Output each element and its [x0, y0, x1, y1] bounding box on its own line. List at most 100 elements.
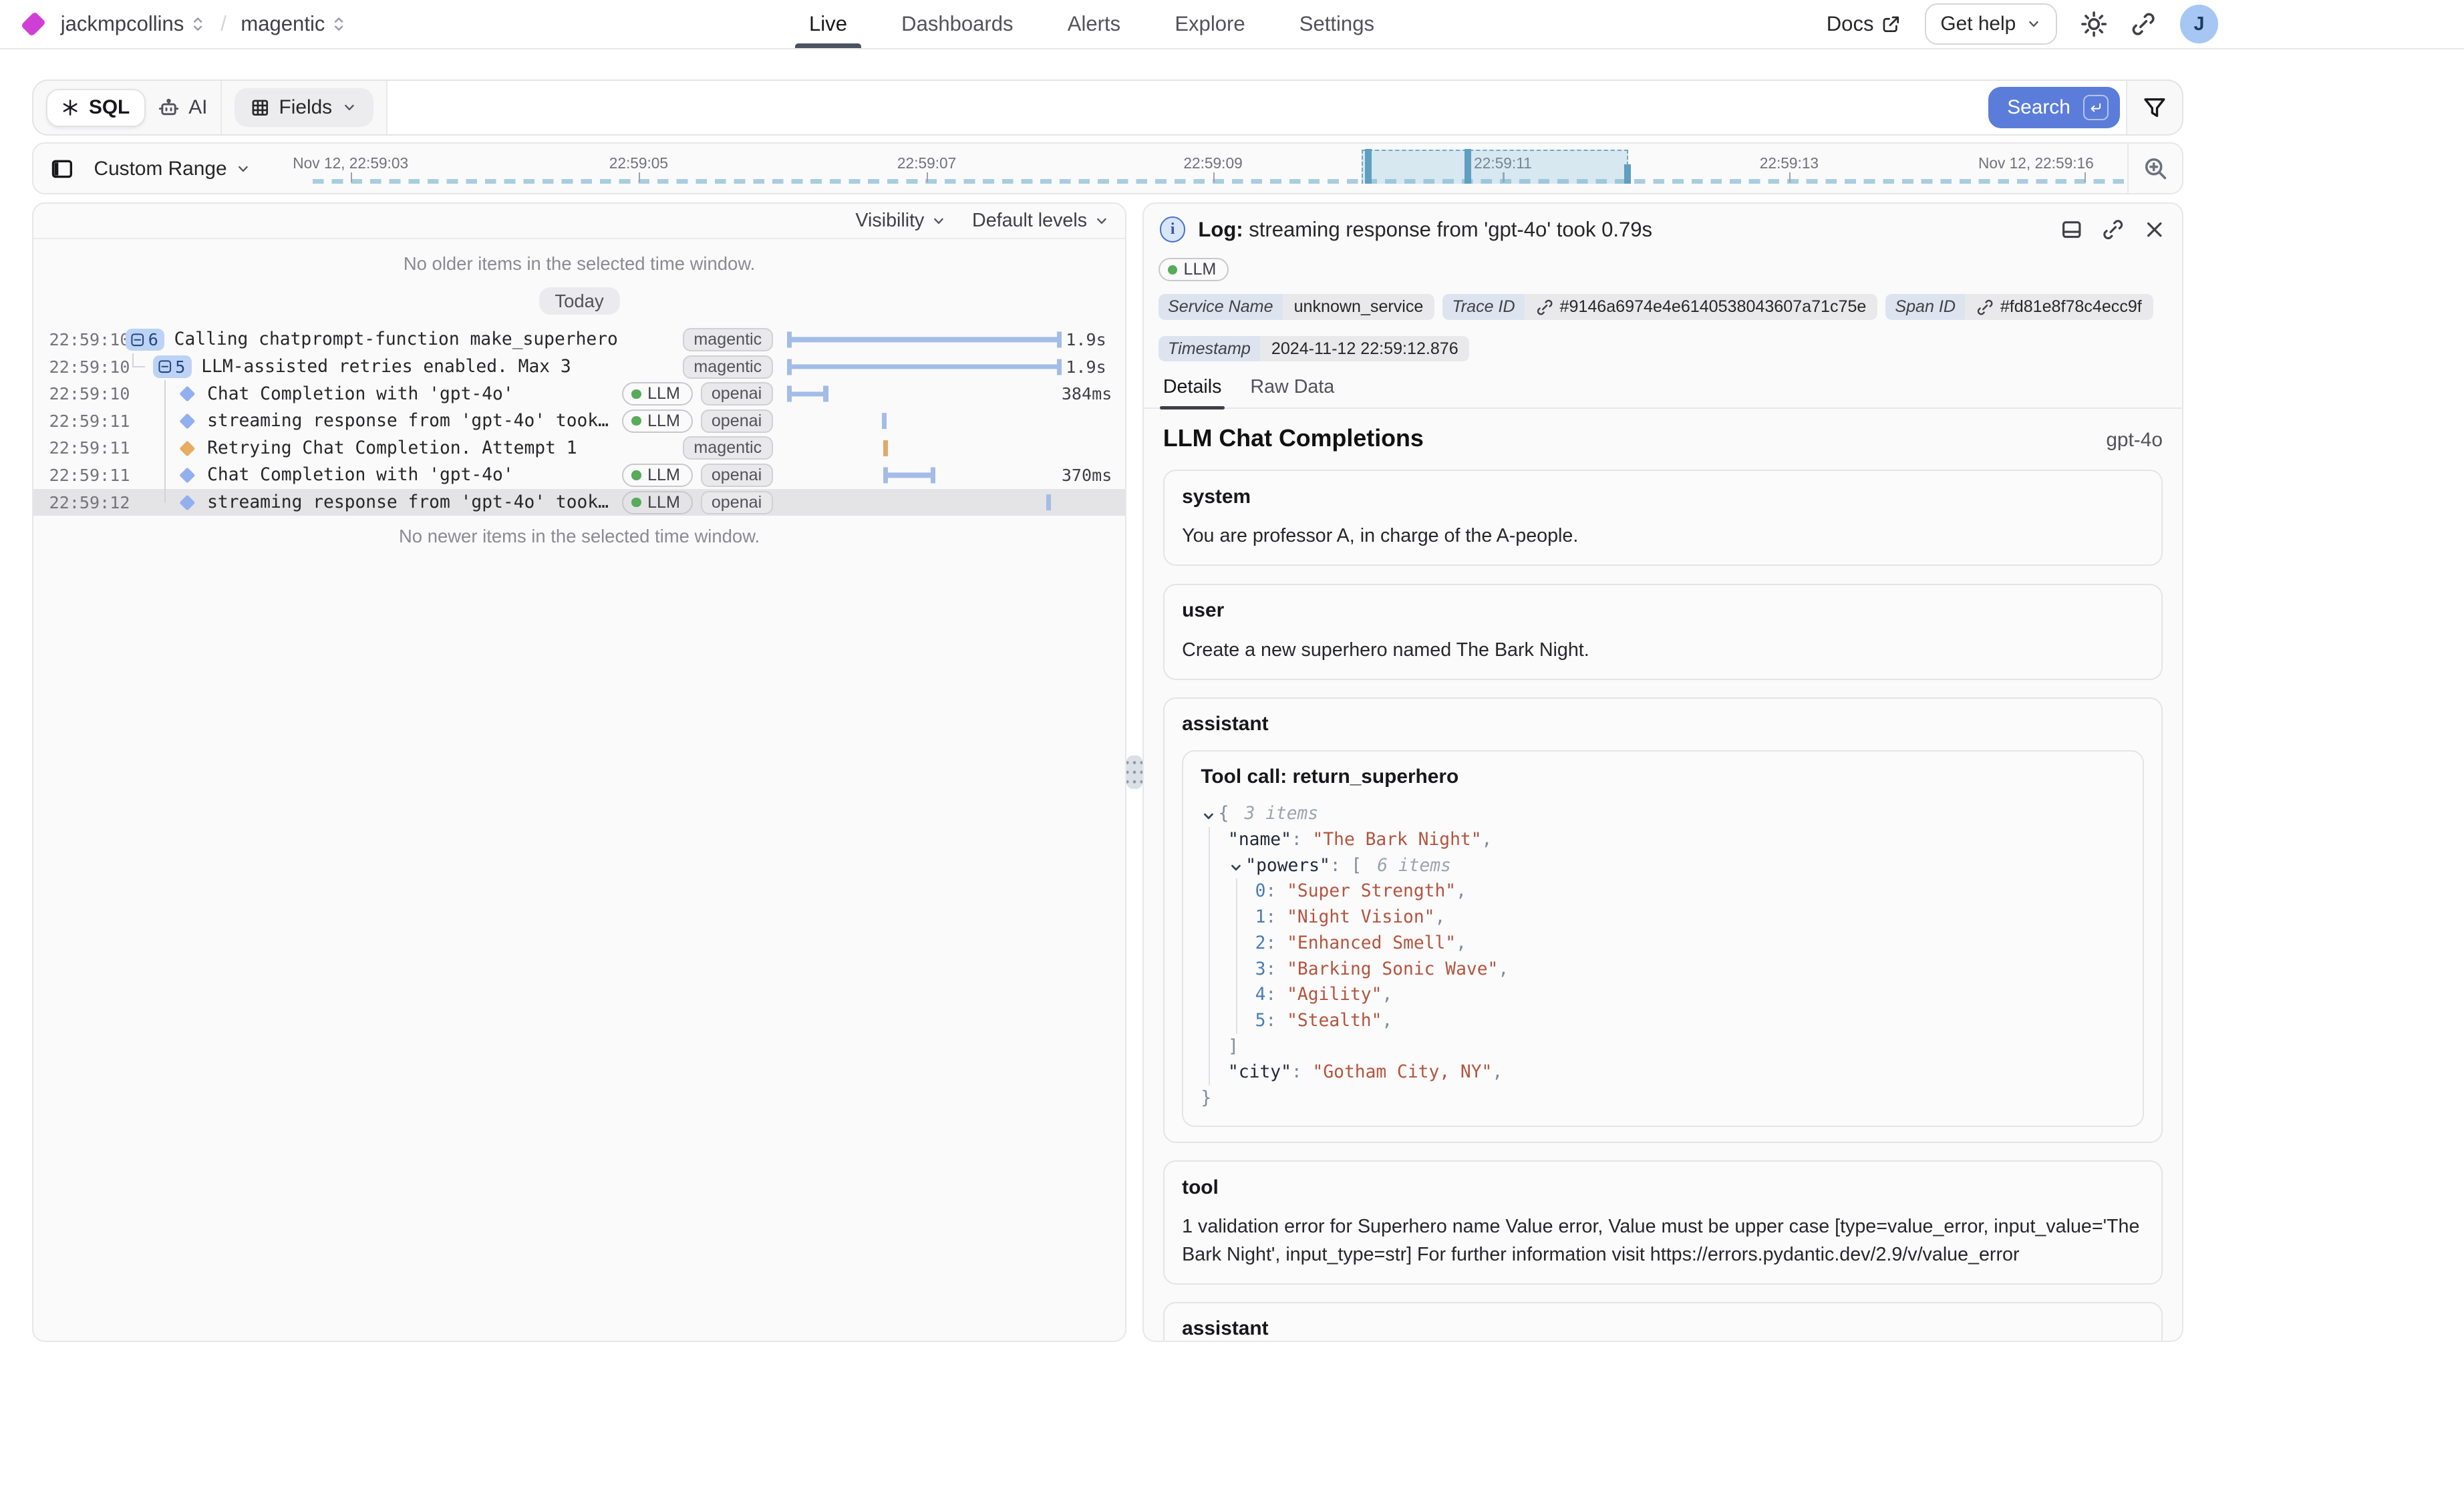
json-line: } — [1201, 1086, 2125, 1112]
chevron-down-icon — [341, 100, 357, 116]
levels-dropdown[interactable]: Default levels — [972, 210, 1109, 232]
meta-chip-timestamp[interactable]: Timestamp2024-11-12 22:59:12.876 — [1159, 336, 1470, 362]
message-text: Create a new superhero named The Bark Ni… — [1182, 637, 2144, 665]
visibility-dropdown[interactable]: Visibility — [855, 210, 946, 232]
log-diamond-icon — [179, 386, 195, 402]
today-badge[interactable]: Today — [539, 287, 620, 315]
timeline-tick-mark — [2085, 172, 2086, 182]
tab-details[interactable]: Details — [1160, 369, 1225, 407]
tab-settings[interactable]: Settings — [1296, 0, 1378, 48]
json-token: "name" — [1228, 827, 1291, 853]
meta-chip-service-name[interactable]: Service Name unknown_service — [1159, 294, 1434, 320]
span-duration-bar — [787, 337, 1062, 342]
meta-chip-span-id[interactable]: Span ID#fd81e8f78c4ecc9f — [1885, 294, 2153, 320]
tree-connector — [164, 380, 166, 503]
sql-mode-button[interactable]: SQL — [46, 89, 146, 127]
search-bar: SQL AI Fields Search — [32, 79, 2183, 136]
tab-dashboards[interactable]: Dashboards — [898, 0, 1016, 48]
json-token: "Night Vision" — [1287, 904, 1434, 931]
tag-pill: openai — [701, 491, 773, 514]
collapse-chevron-icon[interactable] — [1201, 806, 1217, 822]
timeline-selection[interactable] — [1362, 150, 1628, 184]
project-switcher[interactable]: magentic — [241, 12, 347, 36]
detail-header: i Log: streaming response from 'gpt-4o' … — [1144, 204, 2181, 248]
avatar[interactable]: J — [2180, 5, 2218, 43]
org-switcher[interactable]: jackmpcollins — [61, 12, 206, 36]
meta-value-text: unknown_service — [1294, 297, 1424, 317]
json-line: 5: "Stealth", — [1201, 1008, 2125, 1034]
collapse-chevron-icon[interactable] — [1228, 858, 1244, 874]
tab-raw-data[interactable]: Raw Data — [1247, 369, 1338, 407]
meta-value: 2024-11-12 22:59:12.876 — [1260, 336, 1469, 362]
json-token: : [ — [1330, 853, 1372, 879]
json-token: : — [1291, 827, 1313, 853]
panel-resize-handle[interactable] — [1126, 202, 1142, 1341]
nav-actions: Docs Get help J — [1827, 0, 2218, 48]
llm-tag-pill[interactable]: LLM — [1159, 258, 1229, 281]
meta-label: Trace ID — [1442, 294, 1525, 320]
time-range-selector[interactable]: Custom Range — [94, 158, 251, 180]
theme-toggle-sun-icon[interactable] — [2081, 11, 2107, 37]
duration-gantt — [787, 489, 1062, 516]
log-message: Chat Completion with 'gpt-4o' — [198, 465, 623, 485]
timeline-tick-label: 22:59:07 — [897, 154, 956, 172]
json-line: ] — [1201, 1034, 2125, 1060]
timeline-tick-label: Nov 12, 22:59:16 — [1978, 154, 2094, 172]
log-row[interactable]: 22:59:10Chat Completion with 'gpt-4o'LLM… — [33, 380, 1126, 407]
json-token: 3 — [1255, 957, 1266, 983]
tab-live[interactable]: Live — [806, 0, 851, 48]
docs-link[interactable]: Docs — [1827, 12, 1901, 36]
timeline-tick-label: Nov 12, 22:59:03 — [293, 154, 408, 172]
log-timestamp: 22:59:10 — [49, 384, 116, 403]
meta-chip-trace-id[interactable]: Trace ID#9146a6974e4e6140538043607a71c75… — [1442, 294, 1877, 320]
item-count: 3 items — [1239, 801, 1318, 827]
link-icon — [1976, 299, 1994, 316]
external-link-icon — [1881, 15, 1901, 34]
collapse-count-chip[interactable]: 5 — [153, 355, 192, 378]
detail-tags: LLM — [1144, 248, 2181, 285]
json-token: : — [1265, 957, 1287, 983]
filter-funnel-icon[interactable] — [2143, 96, 2167, 120]
llm-tag-pill: LLM — [622, 491, 692, 514]
fields-button[interactable]: Fields — [235, 88, 374, 127]
message-cards: systemYou are professor A, in charge of … — [1163, 470, 2163, 1341]
search-button[interactable]: Search — [1988, 87, 2120, 128]
log-rows: 22:59:106Calling chatprompt-function mak… — [33, 326, 1126, 516]
sidebar-toggle-button[interactable] — [44, 152, 80, 187]
tab-alerts[interactable]: Alerts — [1064, 0, 1124, 48]
log-row[interactable]: 22:59:11streaming response from 'gpt-4o'… — [33, 407, 1126, 435]
message-role: assistant — [1182, 1317, 2144, 1340]
copy-link-icon[interactable] — [2102, 218, 2124, 240]
tag-pill: openai — [701, 464, 773, 487]
log-row[interactable]: 22:59:11Retrying Chat Completion. Attemp… — [33, 435, 1126, 462]
json-tree: { 3 items"name": "The Bark Night","power… — [1201, 801, 2125, 1111]
span-duration-bar — [787, 391, 828, 396]
log-message: Chat Completion with 'gpt-4o' — [198, 384, 623, 404]
dock-panel-icon[interactable] — [2060, 218, 2083, 240]
log-row[interactable]: 22:59:105LLM-assisted retries enabled. M… — [33, 353, 1126, 381]
log-list-body: No older items in the selected time wind… — [33, 239, 1126, 1341]
log-row[interactable]: 22:59:106Calling chatprompt-function mak… — [33, 326, 1126, 353]
log-tags: LLMopenai — [622, 409, 772, 433]
ai-mode-button[interactable]: AI — [158, 96, 208, 119]
child-count: 6 — [148, 330, 158, 349]
get-help-button[interactable]: Get help — [1925, 3, 2057, 45]
timeline-histogram-bar — [1465, 149, 1471, 184]
collapse-count-chip[interactable]: 6 — [126, 329, 164, 351]
message-role: assistant — [1182, 713, 2144, 735]
share-link-icon[interactable] — [2131, 11, 2156, 37]
search-input[interactable] — [388, 96, 1982, 120]
indent-guide — [1209, 1008, 1228, 1034]
meta-label: Service Name — [1159, 294, 1283, 320]
timeline-zoom-button[interactable] — [2127, 144, 2181, 194]
log-row[interactable]: 22:59:12streaming response from 'gpt-4o'… — [33, 489, 1126, 516]
json-token: , — [1482, 827, 1493, 853]
project-name: magentic — [241, 12, 325, 36]
close-icon[interactable] — [2143, 218, 2165, 240]
json-token: } — [1201, 1086, 1211, 1112]
chevron-down-icon — [931, 213, 947, 229]
warning-diamond-icon — [179, 440, 195, 456]
log-row[interactable]: 22:59:11Chat Completion with 'gpt-4o'LLM… — [33, 462, 1126, 489]
timeline-controls: Custom Range — [44, 152, 251, 187]
tab-explore[interactable]: Explore — [1172, 0, 1249, 48]
